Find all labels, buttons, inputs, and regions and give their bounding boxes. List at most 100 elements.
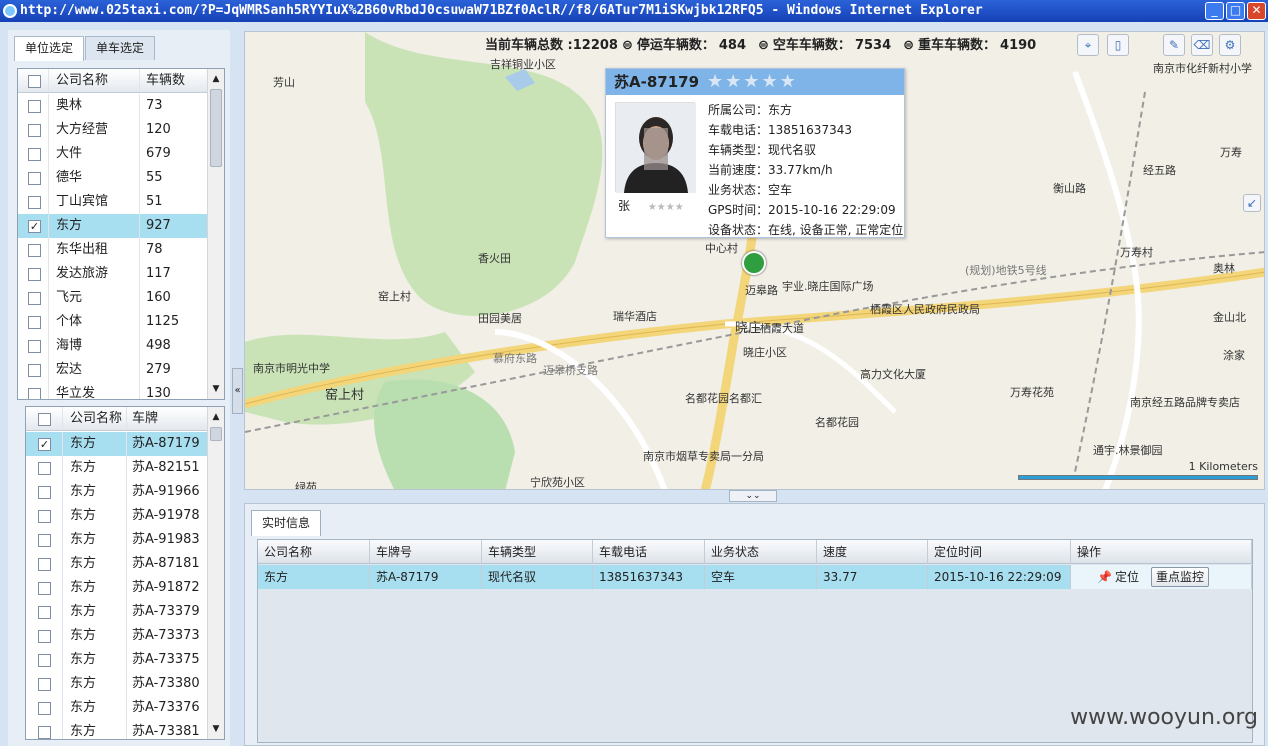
list-item[interactable]: 东方 苏A-87181 xyxy=(26,552,209,576)
row-checkbox[interactable]: ✓ xyxy=(38,438,51,451)
popup-company: 所属公司：东方 xyxy=(708,103,793,117)
map-place-label: 迈皋路 xyxy=(745,284,778,297)
table-row[interactable]: 东方 苏A-87179 现代名驭 13851637343 空车 33.77 20… xyxy=(258,565,1252,589)
expand-corner-icon[interactable]: ↙ xyxy=(1243,194,1261,212)
list-item[interactable]: 大方经营 120 xyxy=(18,118,209,142)
row-checkbox[interactable] xyxy=(28,148,41,161)
list-item[interactable]: 宏达 279 xyxy=(18,358,209,382)
list-item[interactable]: 发达旅游 117 xyxy=(18,262,209,286)
row-checkbox[interactable] xyxy=(28,364,41,377)
list-item[interactable]: 东方 苏A-91872 xyxy=(26,576,209,600)
row-checkbox[interactable] xyxy=(28,124,41,137)
list-item[interactable]: 东方 苏A-73375 xyxy=(26,648,209,672)
row-checkbox[interactable] xyxy=(28,244,41,257)
rating-stars-icon: ★★★★★ xyxy=(707,71,798,92)
select-all-vehicles-checkbox[interactable] xyxy=(38,413,51,426)
heavy-count: 4190 xyxy=(1000,38,1037,53)
map-place-label: 吉祥铜业小区 xyxy=(490,58,556,71)
list-item[interactable]: 华立发 130 xyxy=(18,382,209,399)
ruler-icon[interactable]: ✎ xyxy=(1163,34,1185,56)
row-checkbox[interactable] xyxy=(38,726,51,739)
scroll-down-icon[interactable]: ▼ xyxy=(208,381,224,397)
row-checkbox[interactable] xyxy=(38,678,51,691)
row-checkbox[interactable] xyxy=(28,100,41,113)
row-checkbox[interactable] xyxy=(38,630,51,643)
vehicle-plate: 苏A-87181 xyxy=(132,556,200,571)
row-checkbox[interactable] xyxy=(28,292,41,305)
stopped-label: 停运车辆数： xyxy=(636,38,715,53)
list-item[interactable]: 德华 55 xyxy=(18,166,209,190)
map-place-label: 窑上村 xyxy=(378,290,411,303)
scroll-thumb[interactable] xyxy=(210,427,222,441)
company-list-scrollbar[interactable]: ▲ ▼ xyxy=(207,69,224,399)
row-checkbox[interactable] xyxy=(38,534,51,547)
map-place-label: 迈皋桥支路 xyxy=(543,364,598,377)
vehicle-count: 679 xyxy=(146,146,171,161)
phone-icon[interactable]: ▯ xyxy=(1107,34,1129,56)
row-checkbox[interactable] xyxy=(38,558,51,571)
row-checkbox[interactable] xyxy=(38,702,51,715)
scroll-up-icon[interactable]: ▲ xyxy=(208,71,224,87)
list-item[interactable]: 东方 苏A-73380 xyxy=(26,672,209,696)
list-item[interactable]: ✓ 东方 苏A-87179 xyxy=(26,432,209,456)
list-item[interactable]: 大件 679 xyxy=(18,142,209,166)
key-monitor-button[interactable]: 重点监控 xyxy=(1151,567,1210,587)
minimize-button[interactable]: _ xyxy=(1205,2,1224,20)
company-name: 奥林 xyxy=(56,98,83,113)
col-plate: 车牌号 xyxy=(370,540,482,564)
list-item[interactable]: 飞元 160 xyxy=(18,286,209,310)
company-name: 飞元 xyxy=(56,290,83,305)
tab-realtime-info[interactable]: 实时信息 xyxy=(251,510,322,536)
collapse-bottom-panel-button[interactable]: ⌄⌄ xyxy=(729,490,777,502)
tab-unit-select[interactable]: 单位选定 xyxy=(14,36,85,61)
maximize-button[interactable]: □ xyxy=(1226,2,1245,20)
locate-link[interactable]: 定位 xyxy=(1115,565,1139,589)
row-checkbox[interactable] xyxy=(28,388,41,399)
eraser-icon[interactable]: ⌫ xyxy=(1191,34,1213,56)
list-item[interactable]: 东方 苏A-82151 xyxy=(26,456,209,480)
scroll-up-icon[interactable]: ▲ xyxy=(208,409,224,425)
tab-vehicle-select[interactable]: 单车选定 xyxy=(85,36,156,60)
list-item[interactable]: ✓ 东方 927 xyxy=(18,214,209,238)
row-checkbox[interactable] xyxy=(38,510,51,523)
settings-gear-icon[interactable]: ⚙ xyxy=(1219,34,1241,56)
list-item[interactable]: 东方 苏A-73379 xyxy=(26,600,209,624)
row-checkbox[interactable] xyxy=(38,486,51,499)
select-all-companies-checkbox[interactable] xyxy=(28,75,41,88)
list-item[interactable]: 海博 498 xyxy=(18,334,209,358)
cell-time: 2015-10-16 22:29:09 xyxy=(928,565,1071,589)
list-item[interactable]: 奥林 73 xyxy=(18,94,209,118)
row-checkbox[interactable] xyxy=(28,316,41,329)
row-checkbox[interactable] xyxy=(28,268,41,281)
vehicle-list-scrollbar[interactable]: ▲ ▼ xyxy=(207,407,224,739)
list-item[interactable]: 丁山宾馆 51 xyxy=(18,190,209,214)
collapse-left-panel-button[interactable]: « xyxy=(232,368,243,414)
list-item[interactable]: 东方 苏A-91983 xyxy=(26,528,209,552)
row-checkbox[interactable] xyxy=(38,582,51,595)
cell-status: 空车 xyxy=(705,565,817,589)
scroll-thumb[interactable] xyxy=(210,89,222,167)
map-view[interactable]: 当前车辆总数 :12208 ⊜ 停运车辆数： 484 ⊜ 空车车辆数： 7534 ⊜ 重车车辆数… xyxy=(244,31,1265,490)
row-checkbox[interactable] xyxy=(38,606,51,619)
row-checkbox[interactable] xyxy=(28,196,41,209)
stopped-count: 484 xyxy=(718,38,747,53)
col-time: 定位时间 xyxy=(928,540,1071,564)
list-item[interactable]: 东华出租 78 xyxy=(18,238,209,262)
cell-actions: 📌 定位 重点监控 xyxy=(1071,565,1252,589)
list-item[interactable]: 东方 苏A-91978 xyxy=(26,504,209,528)
row-checkbox[interactable]: ✓ xyxy=(28,220,41,233)
row-checkbox[interactable] xyxy=(38,462,51,475)
close-button[interactable]: ✕ xyxy=(1247,2,1266,20)
scroll-down-icon[interactable]: ▼ xyxy=(208,721,224,737)
list-item[interactable]: 东方 苏A-73376 xyxy=(26,696,209,720)
list-item[interactable]: 东方 苏A-73381 xyxy=(26,720,209,739)
map-place-label: 涂家 xyxy=(1223,349,1245,362)
list-item[interactable]: 东方 苏A-73373 xyxy=(26,624,209,648)
fit-view-icon[interactable]: ⌖ xyxy=(1077,34,1099,56)
list-item[interactable]: 个体 1125 xyxy=(18,310,209,334)
list-item[interactable]: 东方 苏A-91966 xyxy=(26,480,209,504)
row-checkbox[interactable] xyxy=(28,172,41,185)
row-checkbox[interactable] xyxy=(38,654,51,667)
car-marker-icon[interactable] xyxy=(742,251,766,275)
row-checkbox[interactable] xyxy=(28,340,41,353)
